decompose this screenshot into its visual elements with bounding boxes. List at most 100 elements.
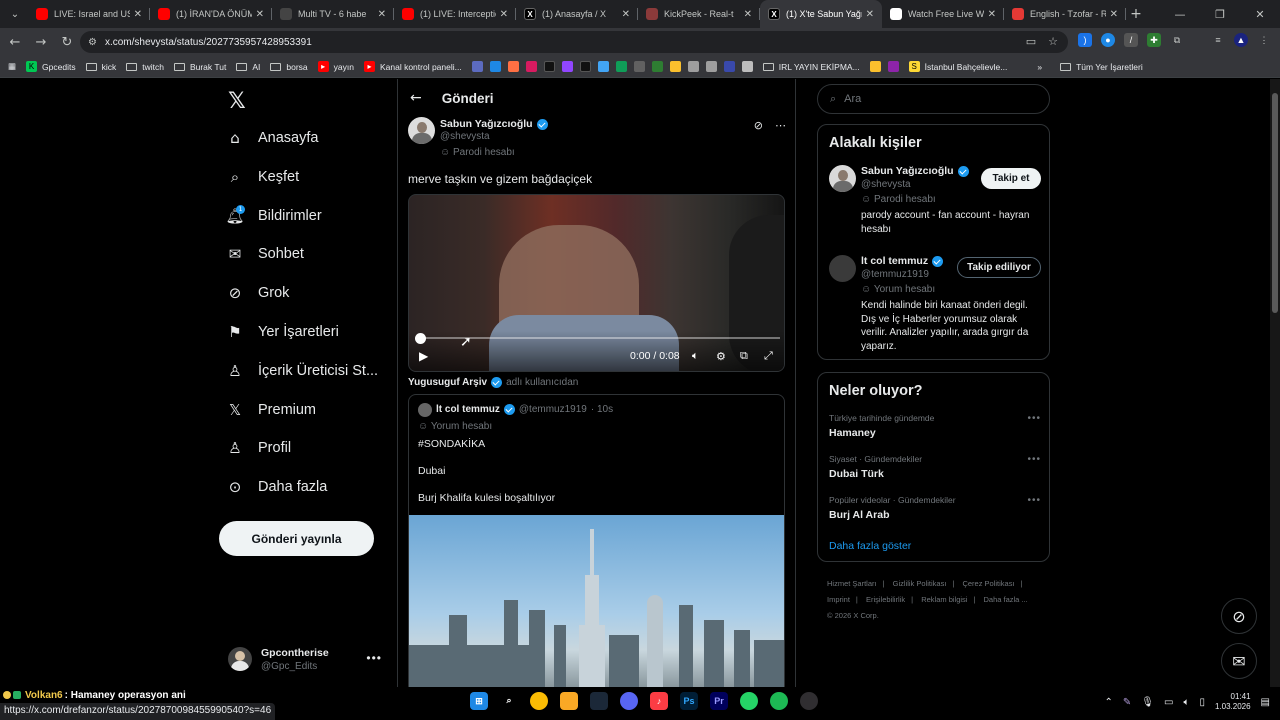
notifications-icon[interactable]: ▤ (1261, 697, 1270, 708)
extension-icon[interactable]: ✚ (1147, 33, 1161, 47)
bookmark-icon[interactable] (651, 61, 663, 72)
extension-icon[interactable]: / (1124, 33, 1138, 47)
post-button[interactable]: Gönderi yayınla (219, 521, 374, 556)
fullscreen-icon[interactable]: ⤢ (764, 349, 773, 363)
repost-user[interactable]: Yugusuguf Arşiv (408, 377, 487, 388)
grok-icon[interactable]: ⊘ (754, 119, 763, 132)
discord-icon[interactable] (620, 692, 638, 710)
bookmarks-overflow-icon[interactable]: » (1037, 62, 1042, 72)
tab-search-icon[interactable]: ⌄ (2, 4, 28, 24)
twitch-icon[interactable] (561, 61, 573, 72)
browser-tab[interactable]: Multi TV - 6 habe ✕ (272, 0, 394, 28)
person-name[interactable]: Sabun Yağızcıoğlu (861, 165, 969, 177)
close-tab-icon[interactable]: ✕ (866, 9, 874, 20)
quoted-author-avatar[interactable] (418, 403, 432, 417)
trend-item[interactable]: Popüler videolar · Gündemdekiler Burj Al… (829, 495, 1041, 521)
account-switcher[interactable]: Gpcontherise @Gpc_Edits ••• (228, 639, 388, 679)
trend-item[interactable]: Türkiye tarihinde gündemde Hamaney ••• (829, 413, 1041, 439)
apps-icon[interactable]: ▦ (8, 61, 16, 72)
close-tab-icon[interactable]: ✕ (256, 9, 264, 20)
browser-tab[interactable]: X (1) Anasayfa / X ✕ (516, 0, 638, 28)
reload-icon[interactable]: ↻ (54, 35, 80, 50)
nav-item-x-premium[interactable]: 𝕏 Premium (226, 395, 316, 425)
related-person[interactable]: lt col temmuz @temmuz1919 ☺ Yorum hesabı… (829, 255, 1041, 355)
menu-icon[interactable]: ⋮ (1257, 33, 1271, 47)
volume-icon[interactable]: 🔈︎ (1183, 697, 1189, 708)
following-button[interactable]: Takip ediliyor (957, 257, 1041, 278)
more-options-icon[interactable]: ⋯ (775, 119, 786, 132)
nav-item-grok[interactable]: ⊘ Grok (226, 278, 290, 308)
nav-item-more-circle[interactable]: ⊙ Daha fazla (226, 472, 328, 502)
bookmark-borsa[interactable]: borsa (270, 62, 308, 72)
browser-tab[interactable]: X (1) X'te Sabun Yağızc ✕ (760, 0, 882, 28)
tray-app-icon[interactable]: ✎ (1123, 697, 1131, 708)
trend-more-icon[interactable]: ••• (1027, 413, 1041, 424)
close-tab-icon[interactable]: ✕ (134, 9, 142, 20)
taskbar-search-icon[interactable]: ⌕ (500, 692, 518, 710)
nav-item-bookmark[interactable]: ⚑ Yer İşaretleri (226, 317, 339, 347)
close-tab-icon[interactable]: ✕ (378, 9, 386, 20)
scrollbar-thumb[interactable] (1272, 93, 1278, 313)
video-progress-track[interactable] (420, 337, 780, 339)
related-person[interactable]: Sabun Yağızcıoğlu @shevysta ☺ Parodi hes… (829, 165, 1041, 245)
footer-link[interactable]: Imprint (827, 595, 850, 604)
nav-item-mail[interactable]: ✉ Sohbet (226, 239, 304, 269)
bookmark-burak-tut[interactable]: Burak Tut (173, 62, 226, 72)
browser-tab[interactable]: (1) LIVE: Interception ✕ (394, 0, 516, 28)
bookmark-twitch[interactable]: twitch (126, 62, 164, 72)
trend-item[interactable]: Siyaset · Gündemdekiler Dubai Türk ••• (829, 454, 1041, 480)
author-handle[interactable]: @shevysta (440, 131, 490, 142)
bookmark-kanal-kontrol[interactable]: ▸ Kanal kontrol paneli... (363, 61, 462, 72)
address-bar[interactable]: ⚙ x.com/shevysta/status/2027735957428953… (80, 31, 1068, 53)
person-avatar[interactable] (829, 255, 856, 282)
back-arrow-icon[interactable]: ← (410, 90, 422, 106)
footer-link[interactable]: Erişilebilirlik (866, 595, 905, 604)
site-info-icon[interactable]: ⚙ (88, 37, 97, 48)
file-explorer-icon[interactable] (560, 692, 578, 710)
tiktok-icon[interactable] (543, 61, 555, 72)
trend-more-icon[interactable]: ••• (1027, 454, 1041, 465)
nav-item-home[interactable]: ⌂ Anasayfa (226, 123, 318, 153)
footer-link[interactable]: Gizlilik Politikası (893, 579, 947, 588)
network-icon[interactable]: ▭ (1164, 697, 1173, 708)
trend-more-icon[interactable]: ••• (1027, 495, 1041, 506)
bookmark-icon[interactable] (597, 61, 609, 72)
nav-item-bell[interactable]: 🔔︎ 1 Bildirimler (225, 201, 322, 231)
person-avatar[interactable] (829, 165, 856, 192)
video-scrubber[interactable] (415, 333, 426, 344)
author-name[interactable]: Sabun Yağızcıoğlu (440, 118, 548, 130)
bookmark-icon[interactable] (723, 61, 735, 72)
bookmark-irl[interactable]: IRL YAYIN EKİPMA... (762, 62, 860, 72)
grok-fab-icon[interactable]: ⊘ (1221, 598, 1257, 634)
bookmark-icon[interactable] (869, 61, 881, 72)
search-input[interactable]: ⌕ Ara (817, 84, 1050, 114)
battery-icon[interactable]: ▯ (1199, 697, 1205, 708)
bookmark-icon[interactable] (633, 61, 645, 72)
photoshop-icon[interactable]: Ps (680, 692, 698, 710)
star-icon[interactable]: ☆ (1048, 35, 1058, 48)
show-more-link[interactable]: Daha fazla göster (829, 540, 911, 552)
close-tab-icon[interactable]: ✕ (500, 9, 508, 20)
page-scrollbar[interactable] (1270, 79, 1280, 687)
bookmark-yayin[interactable]: ▸ yayın (317, 61, 354, 72)
tray-overflow-icon[interactable]: ⌃ (1105, 697, 1113, 708)
footer-link[interactable]: Çerez Politikası (962, 579, 1014, 588)
bookmark-kick[interactable]: kick (85, 62, 116, 72)
extension-icon[interactable]: ) (1078, 33, 1092, 47)
browser-tab[interactable]: Watch Free Live Worl ✕ (882, 0, 1004, 28)
browser-tab[interactable]: KickPeek - Real-t ✕ (638, 0, 760, 28)
microphone-icon[interactable]: 🎙︎ (1141, 697, 1154, 708)
spotify-icon[interactable] (770, 692, 788, 710)
x-logo-icon[interactable]: 𝕏 (228, 89, 246, 114)
close-tab-icon[interactable]: ✕ (988, 9, 996, 20)
messages-fab-icon[interactable]: ✉ (1221, 643, 1257, 679)
forward-icon[interactable]: → (28, 35, 54, 50)
browser-tab[interactable]: (1) İRAN'DA ÖNÜMÜ ✕ (150, 0, 272, 28)
close-tab-icon[interactable]: ✕ (622, 9, 630, 20)
author-avatar[interactable] (408, 117, 435, 144)
steam-icon[interactable] (590, 692, 608, 710)
new-tab-button[interactable]: + (1126, 6, 1146, 22)
cast-icon[interactable]: ▭ (1026, 35, 1036, 48)
quoted-author-name[interactable]: lt col temmuz (436, 404, 500, 415)
bookmark-icon[interactable] (669, 61, 681, 72)
